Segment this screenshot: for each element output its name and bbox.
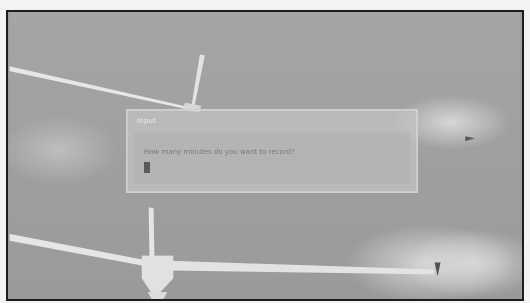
dialog-body: How many minutes do you want to record?	[133, 132, 411, 185]
minutes-input[interactable]	[144, 162, 264, 174]
dialog-title: Input	[137, 117, 157, 125]
input-dialog: Input How many minutes do you want to re…	[126, 109, 418, 193]
dialog-prompt: How many minutes do you want to record?	[144, 148, 295, 156]
screen-frame: Input How many minutes do you want to re…	[0, 0, 530, 303]
text-cursor-icon	[144, 162, 150, 173]
tv-screen: Input How many minutes do you want to re…	[6, 10, 524, 301]
